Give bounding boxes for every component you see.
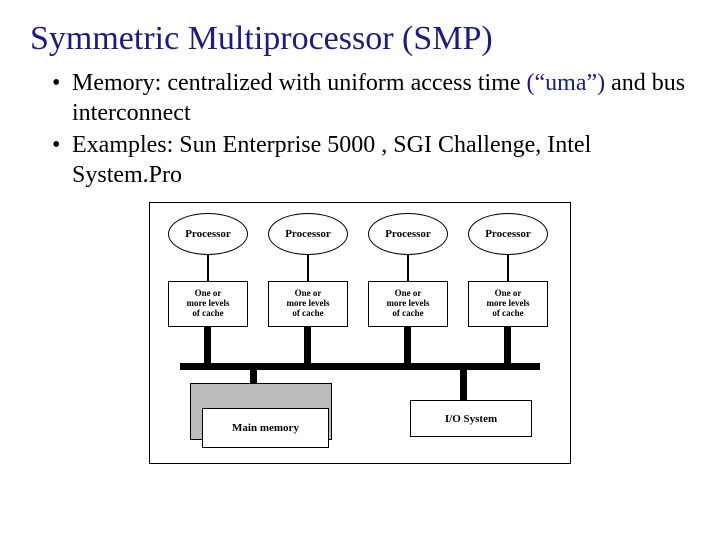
- processor-node: Processor: [468, 213, 548, 255]
- smp-diagram: Processor Processor Processor Processor …: [149, 202, 571, 464]
- cache-node: One ormore levelsof cache: [168, 281, 248, 327]
- connector: [207, 255, 209, 281]
- bullet-text: Memory: centralized with uniform access …: [72, 70, 527, 96]
- processor-node: Processor: [168, 213, 248, 255]
- bus-leg: [460, 370, 467, 400]
- connector: [507, 255, 509, 281]
- bus-leg: [404, 327, 411, 363]
- processor-node: Processor: [268, 213, 348, 255]
- connector: [407, 255, 409, 281]
- cache-node: One ormore levelsof cache: [268, 281, 348, 327]
- bus-interconnect: [180, 363, 540, 370]
- diagram-container: Processor Processor Processor Processor …: [30, 202, 690, 464]
- bullet-examples: Examples: Sun Enterprise 5000 , SGI Chal…: [52, 130, 690, 190]
- connector: [307, 255, 309, 281]
- io-system-node: I/O System: [410, 400, 532, 437]
- main-memory-node: Main memory: [202, 408, 329, 448]
- bus-leg: [204, 327, 211, 363]
- bullet-memory: Memory: centralized with uniform access …: [52, 68, 690, 128]
- bullet-list: Memory: centralized with uniform access …: [52, 68, 690, 190]
- processor-node: Processor: [368, 213, 448, 255]
- uma-highlight: (“uma”): [527, 70, 606, 96]
- page-title: Symmetric Multiprocessor (SMP): [30, 20, 690, 58]
- cache-node: One ormore levelsof cache: [468, 281, 548, 327]
- cache-node: One ormore levelsof cache: [368, 281, 448, 327]
- bus-leg: [504, 327, 511, 363]
- bus-leg: [304, 327, 311, 363]
